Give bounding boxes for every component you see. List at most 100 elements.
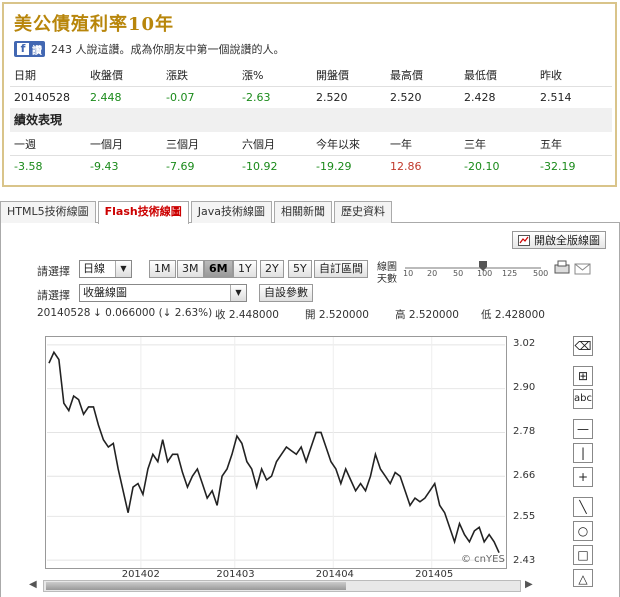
zoom-in-icon[interactable]: ⊞ <box>573 366 593 386</box>
info-close: 收 2.448000 <box>215 309 279 321</box>
tab-related-news[interactable]: 相關新聞 <box>273 201 332 223</box>
custom-settings-button[interactable]: 自設參數 <box>259 284 313 302</box>
tab-flash-chart[interactable]: Flash技術線圖 <box>97 201 189 224</box>
text-icon[interactable]: abc <box>573 389 593 409</box>
tab-java-chart[interactable]: Java技術線圖 <box>190 201 272 223</box>
quote-high: 2.520 <box>386 85 460 108</box>
info-date: 20140528 <box>37 307 91 319</box>
range-2y-button[interactable]: 2Y <box>260 260 284 278</box>
rectangle-icon[interactable]: □ <box>573 545 593 565</box>
quote-header: 漲% <box>242 68 264 82</box>
quote-header: 最高價 <box>390 68 423 82</box>
performance-value: 12.86 <box>386 154 460 177</box>
info-high: 高 2.520000 <box>395 309 459 321</box>
period-select[interactable]: 日線 ▼ <box>79 260 132 278</box>
facebook-like-button[interactable]: f 讚 <box>14 41 45 57</box>
chart-scrollbar[interactable]: ◀ ▶ <box>29 579 535 593</box>
info-low: 低 2.428000 <box>481 309 545 321</box>
facebook-like-row: f 讚 243 人說這讚。成為你朋友中第一個說讚的人。 <box>14 41 285 57</box>
performance-header: 三個月 <box>166 137 199 151</box>
facebook-like-label: 讚 <box>32 45 42 57</box>
mail-icon <box>574 263 591 275</box>
hline-icon[interactable]: — <box>573 419 593 439</box>
period-select-value: 日線 <box>83 262 105 275</box>
quote-header: 日期 <box>14 68 36 82</box>
vline-icon[interactable]: | <box>573 443 593 463</box>
y-tick-label: 3.02 <box>513 338 536 349</box>
slider-tick: 20 <box>427 269 438 278</box>
open-full-chart-button[interactable]: 開啟全版線圖 <box>512 231 606 249</box>
page-title: 美公債殖利率10年 <box>14 14 175 35</box>
quote-date: 20140528 <box>10 85 86 108</box>
scroll-track[interactable] <box>43 580 521 592</box>
facebook-icon: f <box>17 43 29 55</box>
y-tick-label: 2.43 <box>513 555 536 566</box>
quote-header: 漲跌 <box>166 68 188 82</box>
performance-value: -3.58 <box>10 154 86 177</box>
performance-table: 一週 一個月 三個月 六個月 今年以來 一年 三年 五年 -3.58 -9.43… <box>10 133 612 177</box>
diagonal-line-icon[interactable]: ╲ <box>573 497 593 517</box>
performance-value-row: -3.58 -9.43 -7.69 -10.92 -19.29 12.86 -2… <box>10 154 612 177</box>
print-mail-icons[interactable] <box>553 259 593 277</box>
custom-range-button[interactable]: 自訂區間 <box>314 260 368 278</box>
performance-header: 五年 <box>540 137 562 151</box>
y-tick-label: 2.66 <box>513 470 536 482</box>
tab-html5-chart[interactable]: HTML5技術線圖 <box>0 201 96 223</box>
performance-header: 一週 <box>14 137 36 151</box>
triangle-icon[interactable]: △ <box>573 569 593 587</box>
ellipse-icon[interactable]: ○ <box>573 521 593 541</box>
performance-value: -20.10 <box>460 154 536 177</box>
range-1m-button[interactable]: 1M <box>149 260 176 278</box>
scroll-right-icon[interactable]: ▶ <box>525 579 533 590</box>
y-tick-label: 2.78 <box>513 426 536 438</box>
slider-tick: 50 <box>453 269 464 278</box>
print-icon <box>554 260 570 274</box>
performance-value: -10.92 <box>238 154 312 177</box>
tab-history[interactable]: 歷史資料 <box>333 201 392 223</box>
scroll-left-icon[interactable]: ◀ <box>29 579 37 590</box>
performance-label: 績效表現 <box>10 108 612 132</box>
performance-header-row: 一週 一個月 三個月 六個月 今年以來 一年 三年 五年 <box>10 133 612 155</box>
performance-value: -32.19 <box>536 154 612 177</box>
range-6m-button[interactable]: 6M <box>204 260 233 278</box>
select-label: 請選擇 <box>37 265 70 278</box>
range-5y-button[interactable]: 5Y <box>288 260 312 278</box>
select-label: 請選擇 <box>37 289 70 302</box>
eraser-icon[interactable]: ⌫ <box>573 336 593 356</box>
performance-value: -7.69 <box>162 154 238 177</box>
quote-header: 收盤價 <box>90 68 123 82</box>
quote-header: 開盤價 <box>316 68 349 82</box>
performance-header: 一年 <box>390 137 412 151</box>
slider-tick: 10 <box>403 269 414 278</box>
scroll-thumb[interactable] <box>46 582 346 590</box>
quote-close: 2.448 <box>86 85 162 108</box>
performance-header: 六個月 <box>242 137 275 151</box>
chart-type-select[interactable]: 收盤線圖 ▼ <box>79 284 247 302</box>
chart-panel: 開啟全版線圖 請選擇 日線 ▼ 1M 3M 6M 1Y 2Y 5Y 自訂區間 線… <box>0 223 620 597</box>
chevron-down-icon: ▼ <box>230 285 246 301</box>
y-tick-label: 2.90 <box>513 382 536 394</box>
quote-prev-close: 2.514 <box>536 85 612 108</box>
price-line-chart[interactable] <box>45 336 507 569</box>
watermark: © cnYES <box>461 554 505 565</box>
line-days-slider[interactable] <box>405 267 541 269</box>
y-tick-label: 2.55 <box>513 510 536 522</box>
quote-change: -0.07 <box>162 85 238 108</box>
performance-header: 今年以來 <box>316 137 360 151</box>
quote-open: 2.520 <box>312 85 386 108</box>
line-days-label: 天數 <box>377 274 397 285</box>
quote-header-row: 日期 收盤價 漲跌 漲% 開盤價 最高價 最低價 昨收 <box>10 64 612 86</box>
performance-header: 一個月 <box>90 137 123 151</box>
slider-tick: 500 <box>533 269 549 278</box>
slider-tick: 100 <box>477 269 493 278</box>
quote-header: 最低價 <box>464 68 497 82</box>
cross-icon[interactable]: + <box>573 467 593 487</box>
info-open: 開 2.520000 <box>305 309 369 321</box>
quote-header: 昨收 <box>540 68 562 82</box>
slider-tick: 125 <box>502 269 518 278</box>
quote-change-pct: -2.63 <box>238 85 312 108</box>
open-full-chart-label: 開啟全版線圖 <box>534 234 600 247</box>
range-1y-button[interactable]: 1Y <box>233 260 257 278</box>
range-3m-button[interactable]: 3M <box>177 260 204 278</box>
performance-header: 三年 <box>464 137 486 151</box>
